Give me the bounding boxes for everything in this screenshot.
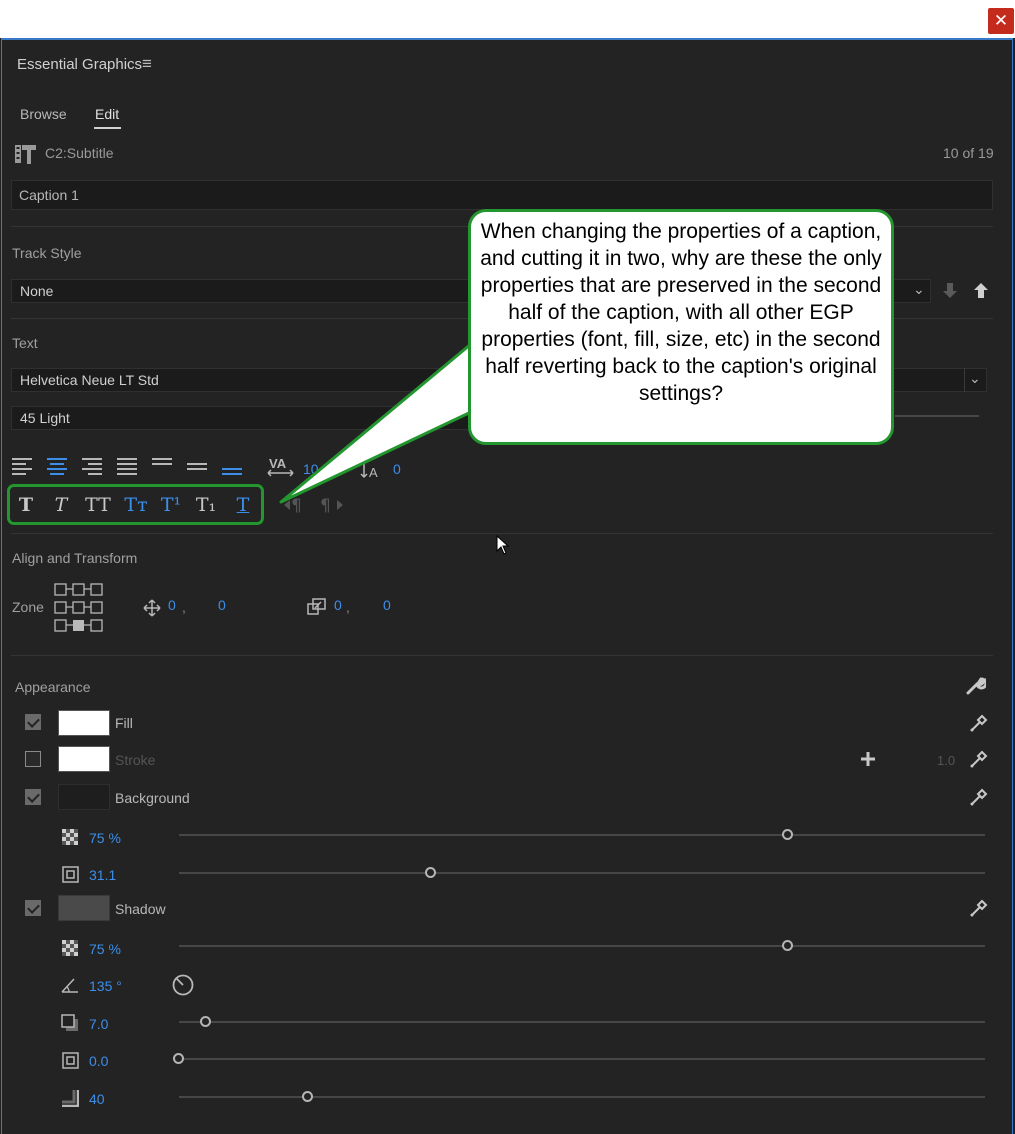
caption-layer-icon bbox=[14, 143, 38, 172]
window-close-button[interactable]: ✕ bbox=[988, 8, 1014, 34]
font-family-value: Helvetica Neue LT Std bbox=[20, 372, 159, 388]
fill-color-swatch[interactable] bbox=[58, 710, 110, 736]
divider bbox=[11, 655, 993, 656]
scale-x-value[interactable]: 0 bbox=[334, 597, 342, 613]
background-roundness-value[interactable]: 31.1 bbox=[89, 867, 116, 883]
align-left-icon[interactable] bbox=[12, 457, 34, 480]
chevron-down-icon: ⌄ bbox=[913, 281, 925, 297]
background-opacity-slider[interactable] bbox=[179, 834, 985, 836]
background-color-swatch[interactable] bbox=[58, 784, 110, 810]
align-top-icon[interactable] bbox=[152, 457, 174, 480]
align-bottom-icon[interactable] bbox=[222, 457, 244, 480]
layer-name: C2:Subtitle bbox=[45, 145, 114, 161]
scale-icon bbox=[307, 598, 327, 621]
panel-title: Essential Graphics bbox=[17, 56, 143, 73]
fill-label: Fill bbox=[115, 715, 133, 731]
shadow-blur-value[interactable]: 40 bbox=[89, 1091, 105, 1107]
opacity-icon bbox=[62, 940, 78, 961]
appearance-heading: Appearance bbox=[15, 679, 91, 695]
background-label: Background bbox=[115, 790, 190, 806]
font-size-slider-track[interactable] bbox=[895, 415, 979, 417]
shadow-blur-knob[interactable] bbox=[302, 1091, 313, 1102]
track-style-heading: Track Style bbox=[12, 245, 82, 261]
eyedropper-icon[interactable] bbox=[970, 750, 988, 773]
shadow-distance-icon bbox=[61, 1014, 79, 1037]
text-heading: Text bbox=[12, 335, 38, 351]
eyedropper-icon[interactable] bbox=[970, 899, 988, 922]
justify-icon[interactable] bbox=[117, 457, 139, 480]
position-x-value[interactable]: 0 bbox=[168, 597, 176, 613]
stroke-checkbox[interactable] bbox=[25, 751, 41, 767]
caption-counter: 10 of 19 bbox=[943, 145, 994, 161]
shadow-size-knob[interactable] bbox=[173, 1053, 184, 1064]
shadow-angle-value[interactable]: 135 ° bbox=[89, 978, 122, 994]
shadow-opacity-knob[interactable] bbox=[782, 940, 793, 951]
background-opacity-value[interactable]: 75 % bbox=[89, 830, 121, 846]
angle-icon bbox=[61, 977, 79, 998]
shadow-opacity-value[interactable]: 75 % bbox=[89, 941, 121, 957]
stroke-color-swatch[interactable] bbox=[58, 746, 110, 772]
window-title-bar bbox=[0, 0, 1015, 38]
shadow-color-swatch[interactable] bbox=[58, 895, 110, 921]
panel-menu-icon[interactable]: ≡ bbox=[142, 54, 152, 74]
shadow-size-value[interactable]: 0.0 bbox=[89, 1053, 108, 1069]
push-style-up-icon[interactable] bbox=[973, 282, 989, 304]
zone-label: Zone bbox=[12, 599, 44, 615]
shadow-distance-value[interactable]: 7.0 bbox=[89, 1016, 108, 1032]
background-checkbox[interactable] bbox=[25, 789, 41, 805]
shadow-size-icon bbox=[62, 1052, 79, 1074]
shadow-opacity-slider[interactable] bbox=[179, 945, 985, 947]
style-buttons-highlight bbox=[7, 484, 264, 525]
caption-text-field[interactable] bbox=[11, 180, 993, 210]
scale-separator: , bbox=[346, 599, 350, 615]
shadow-distance-slider[interactable] bbox=[179, 1021, 985, 1023]
tab-edit[interactable]: Edit bbox=[95, 106, 119, 122]
caption-text-value: Caption 1 bbox=[19, 187, 79, 203]
shadow-label: Shadow bbox=[115, 901, 166, 917]
position-separator: , bbox=[182, 599, 186, 615]
zone-grid-icon[interactable] bbox=[54, 583, 104, 638]
wrench-icon[interactable] bbox=[966, 676, 988, 701]
tab-browse[interactable]: Browse bbox=[20, 106, 67, 122]
background-roundness-knob[interactable] bbox=[425, 867, 436, 878]
track-style-value: None bbox=[20, 283, 54, 299]
move-icon bbox=[143, 599, 161, 622]
font-style-value: 45 Light bbox=[20, 410, 70, 426]
fill-checkbox[interactable] bbox=[25, 714, 41, 730]
align-middle-icon[interactable] bbox=[187, 457, 209, 480]
align-transform-heading: Align and Transform bbox=[12, 550, 138, 566]
align-center-icon[interactable] bbox=[47, 457, 69, 480]
background-roundness-slider[interactable] bbox=[179, 872, 985, 874]
mouse-cursor-icon bbox=[496, 534, 510, 560]
shadow-size-slider[interactable] bbox=[179, 1058, 985, 1060]
tab-edit-underline bbox=[94, 127, 121, 129]
opacity-icon bbox=[62, 829, 78, 850]
roundness-icon bbox=[62, 866, 79, 888]
callout-text: When changing the properties of a captio… bbox=[480, 220, 882, 405]
stroke-label: Stroke bbox=[115, 752, 156, 768]
scale-y-value[interactable]: 0 bbox=[383, 597, 391, 613]
add-stroke-icon[interactable] bbox=[860, 751, 876, 772]
eyedropper-icon[interactable] bbox=[970, 714, 988, 737]
shadow-blur-icon bbox=[61, 1089, 80, 1112]
shadow-distance-knob[interactable] bbox=[200, 1016, 211, 1027]
shadow-blur-slider[interactable] bbox=[179, 1096, 985, 1098]
callout-pointer bbox=[276, 330, 476, 515]
stroke-width-value[interactable]: 1.0 bbox=[937, 753, 955, 768]
position-y-value[interactable]: 0 bbox=[218, 597, 226, 613]
shadow-checkbox[interactable] bbox=[25, 900, 41, 916]
chevron-down-icon: ⌄ bbox=[969, 370, 981, 386]
align-right-icon[interactable] bbox=[82, 457, 104, 480]
eyedropper-icon[interactable] bbox=[970, 788, 988, 811]
angle-dial[interactable] bbox=[172, 974, 194, 1001]
background-opacity-knob[interactable] bbox=[782, 829, 793, 840]
push-style-down-icon[interactable] bbox=[942, 282, 958, 304]
divider bbox=[11, 533, 993, 534]
